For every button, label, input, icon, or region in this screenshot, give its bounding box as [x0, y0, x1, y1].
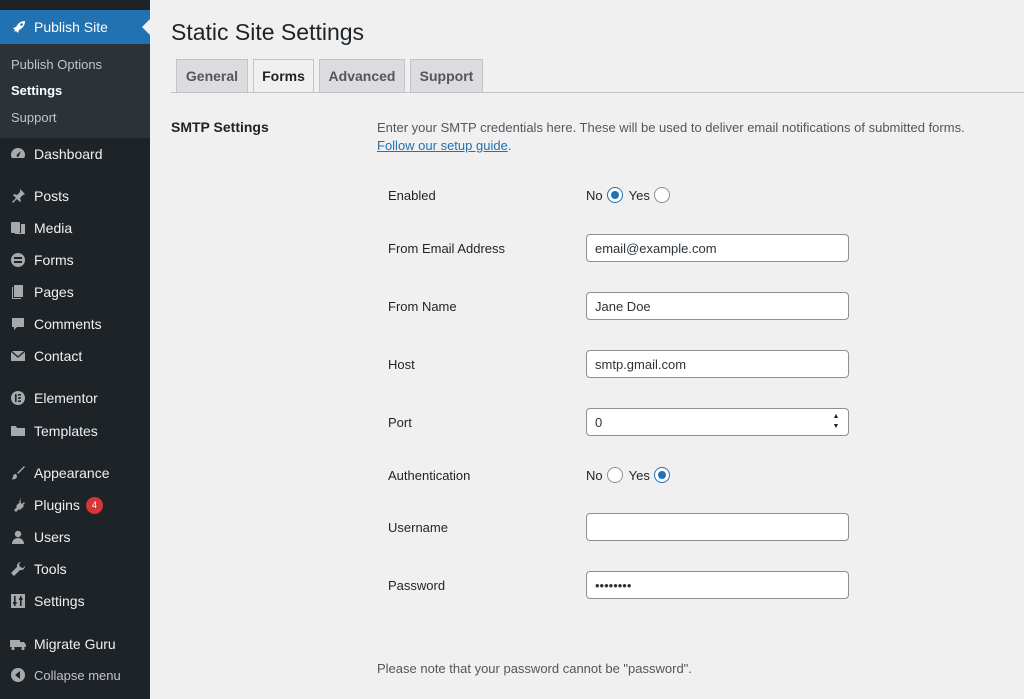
from-email-label: From Email Address	[388, 241, 506, 256]
sidebar-item-elementor[interactable]: Elementor	[0, 383, 150, 413]
truck-icon	[8, 634, 28, 654]
from-name-label: From Name	[388, 299, 457, 314]
username-input[interactable]	[586, 513, 849, 541]
sidebar-item-label: Tools	[34, 561, 67, 577]
enabled-label: Enabled	[388, 188, 436, 203]
wrench-icon	[8, 559, 28, 579]
sidebar-item-label: Posts	[34, 188, 70, 204]
pin-icon	[8, 186, 28, 206]
brush-icon	[8, 463, 28, 483]
sidebar-item-migrate-guru[interactable]: Migrate Guru	[0, 629, 150, 659]
port-input[interactable]	[586, 408, 849, 436]
sidebar-item-label: Contact	[34, 348, 83, 364]
sidebar-item-label: Settings	[34, 593, 85, 609]
pages-icon	[8, 282, 28, 302]
publish-site-submenu: Publish Options Settings Support	[0, 44, 150, 138]
description-text: Enter your SMTP credentials here. These …	[377, 120, 965, 135]
from-email-input[interactable]	[586, 234, 849, 262]
submenu-item-support[interactable]: Support	[11, 110, 57, 125]
sidebar-item-label: Appearance	[34, 465, 110, 481]
authentication-label: Authentication	[388, 468, 471, 483]
auth-no-radio[interactable]	[606, 467, 623, 483]
sidebar-item-label: Publish Site	[34, 19, 108, 35]
enabled-no-radio[interactable]	[606, 187, 623, 203]
host-label: Host	[388, 357, 415, 372]
password-input[interactable]	[586, 571, 849, 599]
page-title: Static Site Settings	[171, 19, 365, 45]
rocket-icon	[9, 17, 29, 37]
password-note: Please note that your password cannot be…	[377, 661, 692, 676]
sidebar-item-comments[interactable]: Comments	[0, 309, 150, 339]
sidebar-item-dashboard[interactable]: Dashboard	[0, 139, 150, 169]
auth-yes-label: Yes	[628, 467, 650, 483]
password-label: Password	[388, 578, 446, 593]
comment-icon	[8, 314, 28, 334]
smtp-description: Enter your SMTP credentials here. These …	[377, 119, 1017, 155]
authentication-radio-group: No Yes	[586, 467, 676, 483]
sidebar-item-label: Dashboard	[34, 146, 103, 162]
media-icon	[8, 218, 28, 238]
folder-icon	[8, 421, 28, 441]
enabled-no-label: No	[586, 187, 603, 203]
mail-icon	[8, 346, 28, 366]
submenu-item-settings[interactable]: Settings	[11, 83, 62, 98]
from-name-input[interactable]	[586, 292, 849, 320]
sidebar-item-label: Forms	[34, 252, 74, 268]
update-count-badge: 4	[85, 496, 103, 514]
sidebar-item-label: Elementor	[34, 390, 98, 406]
collapse-menu-button[interactable]: Collapse menu	[0, 660, 150, 690]
sidebar-item-pages[interactable]: Pages	[0, 277, 150, 307]
sidebar-item-label: Pages	[34, 284, 74, 300]
sidebar-item-tools[interactable]: Tools	[0, 554, 150, 584]
sidebar-item-forms[interactable]: Forms	[0, 245, 150, 275]
sidebar-item-plugins[interactable]: Plugins 4	[0, 490, 150, 520]
stepper-down-icon[interactable]: ▼	[833, 422, 840, 432]
forms-icon	[8, 250, 28, 270]
collapse-icon	[8, 665, 28, 685]
port-label: Port	[388, 415, 412, 430]
section-title: SMTP Settings	[171, 119, 269, 135]
auth-no-label: No	[586, 467, 603, 483]
plugin-icon	[8, 495, 28, 515]
username-label: Username	[388, 520, 448, 535]
guide-suffix: .	[507, 138, 512, 153]
sidebar-item-publish-site[interactable]: Publish Site	[0, 10, 150, 44]
host-input[interactable]	[586, 350, 849, 378]
sidebar-item-label: Collapse menu	[34, 667, 121, 683]
tabs-divider	[171, 92, 1024, 93]
auth-yes-radio[interactable]	[653, 467, 670, 483]
submenu-item-publish-options[interactable]: Publish Options	[11, 57, 102, 72]
sidebar-item-contact[interactable]: Contact	[0, 341, 150, 371]
sidebar-item-media[interactable]: Media	[0, 213, 150, 243]
stepper-up-icon[interactable]: ▲	[833, 412, 840, 422]
sidebar-item-label: Migrate Guru	[34, 636, 116, 652]
user-icon	[8, 527, 28, 547]
dashboard-icon	[8, 144, 28, 164]
port-stepper[interactable]: ▲ ▼	[826, 410, 846, 434]
sidebar-item-posts[interactable]: Posts	[0, 181, 150, 211]
sidebar-item-users[interactable]: Users	[0, 522, 150, 552]
enabled-radio-group: No Yes	[586, 187, 676, 203]
setup-guide-link[interactable]: Follow our setup guide	[377, 138, 508, 153]
admin-sidebar: Publish Site Publish Options Settings Su…	[0, 0, 150, 699]
sidebar-item-appearance[interactable]: Appearance	[0, 458, 150, 488]
enabled-yes-radio[interactable]	[653, 187, 670, 203]
tab-advanced[interactable]: Advanced	[319, 59, 405, 93]
sidebar-item-label: Templates	[34, 423, 98, 439]
enabled-yes-label: Yes	[628, 187, 650, 203]
sidebar-item-templates[interactable]: Templates	[0, 416, 150, 446]
sidebar-item-label: Plugins	[34, 497, 80, 513]
sidebar-item-label: Comments	[34, 316, 102, 332]
sidebar-item-label: Users	[34, 529, 71, 545]
sliders-icon	[8, 591, 28, 611]
sidebar-item-label: Media	[34, 220, 73, 236]
tab-forms[interactable]: Forms	[253, 59, 314, 93]
sidebar-item-settings[interactable]: Settings	[0, 586, 150, 616]
elementor-icon	[8, 388, 28, 408]
tab-general[interactable]: General	[176, 59, 248, 93]
tab-support[interactable]: Support	[410, 59, 483, 93]
